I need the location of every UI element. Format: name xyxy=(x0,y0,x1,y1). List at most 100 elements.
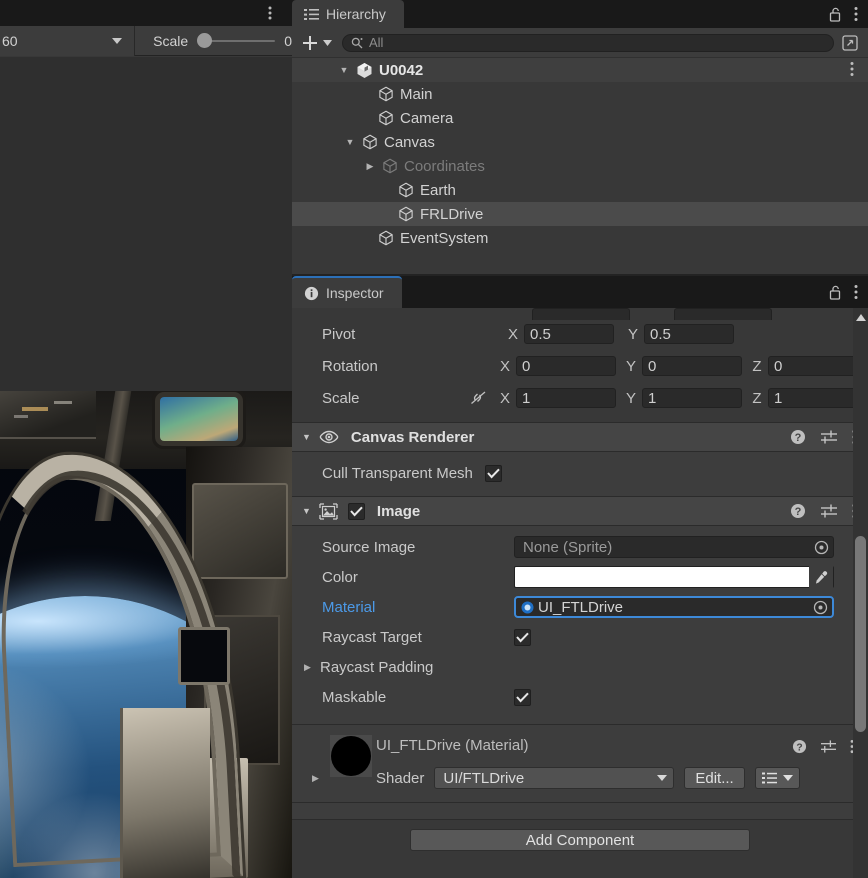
inspector-scrollbar[interactable] xyxy=(853,308,868,878)
scale-z[interactable]: Z 1 xyxy=(746,388,868,408)
source-image-field[interactable]: None (Sprite) xyxy=(514,536,834,558)
pivot-x[interactable]: X 0.5 xyxy=(502,324,614,344)
object-picker-icon[interactable] xyxy=(810,600,830,615)
material-label: Material xyxy=(322,598,376,616)
scale-value: 0 xyxy=(284,32,292,49)
frame-bottom-strut xyxy=(120,708,210,878)
pivot-y[interactable]: Y 0.5 xyxy=(622,324,734,344)
inspector-scrollbar-thumb[interactable] xyxy=(855,536,866,732)
help-icon[interactable]: ? xyxy=(790,503,806,519)
eyedropper-icon[interactable] xyxy=(809,566,833,588)
add-component-area: Add Component xyxy=(292,820,868,860)
help-icon[interactable]: ? xyxy=(792,739,807,754)
hierarchy-item-coordinates[interactable]: ▶ Coordinates xyxy=(292,154,868,178)
hierarchy-item-earth[interactable]: ▶ Earth xyxy=(292,178,868,202)
hierarchy-root-row[interactable]: ▼ U0042 xyxy=(292,58,868,82)
chevron-right-icon[interactable]: ▶ xyxy=(364,161,376,172)
image-enabled-checkbox[interactable] xyxy=(347,502,365,520)
axis-label-y: Y xyxy=(627,325,638,343)
color-swatch-field[interactable] xyxy=(514,566,834,588)
scale-x-input[interactable]: 1 xyxy=(516,388,616,408)
add-component-button[interactable]: Add Component xyxy=(410,829,750,851)
hierarchy-icon xyxy=(304,8,319,21)
hierarchy-item-label: Main xyxy=(400,85,433,103)
chevron-down-icon[interactable]: ▼ xyxy=(302,506,311,516)
preset-sliders-icon[interactable] xyxy=(820,429,838,445)
shader-menu-button[interactable] xyxy=(754,767,800,789)
rotation-y[interactable]: Y 0 xyxy=(620,356,742,376)
hierarchy-item-frldrive[interactable]: ▶ FRLDrive xyxy=(292,202,868,226)
tab-inspector[interactable]: Inspector xyxy=(292,276,402,308)
rotation-label: Rotation xyxy=(322,357,378,375)
kebab-menu-icon[interactable] xyxy=(854,284,858,300)
scale-x[interactable]: X 1 xyxy=(494,388,616,408)
hierarchy-search-input[interactable]: All xyxy=(342,33,834,52)
shader-edit-button[interactable]: Edit... xyxy=(684,767,745,789)
upper-window-earth-view xyxy=(160,397,238,441)
svg-text:?: ? xyxy=(795,432,802,444)
unity-editor-window: 60 Scale 0 Hierarchy All ▼ U0042 Main Ca… xyxy=(0,0,868,878)
chevron-right-icon[interactable]: ▶ xyxy=(304,662,320,673)
material-sphere-preview xyxy=(330,735,372,777)
unity-scene-icon xyxy=(356,62,373,79)
unlocked-padlock-icon[interactable] xyxy=(829,285,842,300)
cull-transparent-mesh-checkbox[interactable] xyxy=(484,464,502,482)
axis-label-z: Z xyxy=(752,389,762,407)
object-picker-icon[interactable] xyxy=(811,540,831,555)
hierarchy-tree[interactable]: ▼ U0042 Main Camera ▼ Canvas ▶ Coordinat… xyxy=(292,58,868,276)
gameobject-icon xyxy=(362,134,378,150)
canvas-renderer-header[interactable]: ▼ Canvas Renderer ? xyxy=(292,422,868,452)
tab-hierarchy[interactable]: Hierarchy xyxy=(292,0,404,28)
help-icon[interactable]: ? xyxy=(790,429,806,445)
rotation-x-input[interactable]: 0 xyxy=(516,356,616,376)
chevron-down-icon[interactable]: ▼ xyxy=(302,432,311,442)
rotation-z[interactable]: Z 0 xyxy=(746,356,868,376)
clipped-field-y xyxy=(674,308,772,320)
unlocked-padlock-icon[interactable] xyxy=(829,7,842,22)
hierarchy-item-canvas[interactable]: ▼ Canvas xyxy=(292,130,868,154)
chevron-down-icon[interactable]: ▼ xyxy=(338,65,350,75)
material-field[interactable]: UI_FTLDrive xyxy=(514,596,834,618)
hierarchy-panel: Hierarchy All ▼ U0042 Main Camera ▼ Canv… xyxy=(292,0,868,276)
source-image-label: Source Image xyxy=(322,538,416,556)
chevron-down-icon xyxy=(323,39,332,46)
chevron-down-icon[interactable]: ▼ xyxy=(344,137,356,147)
raycast-target-label: Raycast Target xyxy=(322,628,422,646)
scroll-up-arrow-icon[interactable] xyxy=(856,314,866,321)
raycast-padding-row[interactable]: ▶ Raycast Padding xyxy=(292,652,868,682)
kebab-menu-icon[interactable] xyxy=(854,6,858,22)
resolution-dropdown[interactable]: 60 xyxy=(0,25,136,56)
chevron-right-icon[interactable]: ▶ xyxy=(312,773,319,784)
hierarchy-item-camera[interactable]: ▶ Camera xyxy=(292,106,868,130)
hierarchy-item-main[interactable]: ▶ Main xyxy=(292,82,868,106)
pivot-row: Pivot X 0.5 Y 0.5 xyxy=(292,318,868,350)
broken-link-icon[interactable] xyxy=(469,390,488,406)
kebab-menu-icon[interactable] xyxy=(262,4,278,22)
shader-dropdown[interactable]: UI/FTLDrive xyxy=(434,767,675,789)
preset-sliders-icon[interactable] xyxy=(820,503,838,519)
frame-panel-a xyxy=(192,483,288,579)
pivot-x-input[interactable]: 0.5 xyxy=(524,324,614,344)
image-component-header[interactable]: ▼ Image ? xyxy=(292,496,868,526)
scale-y-input[interactable]: 1 xyxy=(642,388,742,408)
preset-sliders-icon[interactable] xyxy=(820,739,837,754)
kebab-menu-icon[interactable] xyxy=(850,61,854,77)
maskable-checkbox[interactable] xyxy=(514,688,531,706)
scale-control[interactable]: Scale 0 xyxy=(135,26,292,56)
material-preview-sphere xyxy=(331,736,371,776)
inspector-spacer-strip xyxy=(292,802,868,820)
material-value: UI_FTLDrive xyxy=(538,598,624,616)
game-view-panel: 60 Scale 0 xyxy=(0,0,292,878)
color-label: Color xyxy=(322,568,358,586)
raycast-target-checkbox[interactable] xyxy=(514,628,531,646)
slider-knob[interactable] xyxy=(197,33,213,48)
scale-y[interactable]: Y 1 xyxy=(620,388,742,408)
scale-slider[interactable] xyxy=(197,33,276,48)
rotation-y-input[interactable]: 0 xyxy=(642,356,742,376)
save-search-icon[interactable] xyxy=(842,34,858,51)
rotation-x[interactable]: X 0 xyxy=(494,356,616,376)
game-view-render-area[interactable] xyxy=(0,57,292,878)
hierarchy-item-eventsystem[interactable]: ▶ EventSystem xyxy=(292,226,868,250)
pivot-y-input[interactable]: 0.5 xyxy=(644,324,734,344)
create-gameobject-button[interactable] xyxy=(300,35,334,51)
